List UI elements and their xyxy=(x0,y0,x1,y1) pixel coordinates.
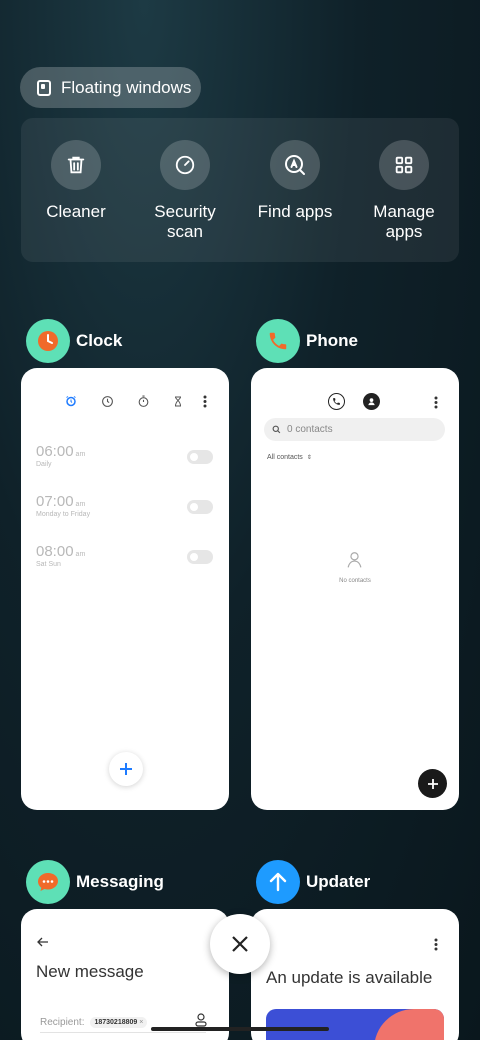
add-contact-button[interactable] xyxy=(418,769,447,798)
more-options-icon[interactable] xyxy=(434,396,438,409)
plus-icon xyxy=(120,763,132,775)
find-apps-button[interactable]: Find apps xyxy=(240,140,350,222)
alarm-toggle[interactable] xyxy=(187,450,213,464)
phone-app-card[interactable]: 0 contacts All contacts ⇕ No contacts xyxy=(251,368,459,810)
calls-tab-icon[interactable] xyxy=(328,393,345,410)
alarm-time: 07:00 xyxy=(36,493,74,510)
alarm-repeat: Daily xyxy=(36,461,52,468)
more-options-icon[interactable] xyxy=(434,938,438,951)
recipient-chip[interactable]: 18730218809 × xyxy=(90,1017,148,1028)
alarm-time: 08:00 xyxy=(36,543,74,560)
dropdown-chevron-icon: ⇕ xyxy=(306,455,312,461)
alarm-repeat: Sat Sun xyxy=(36,561,61,568)
alarm-item[interactable]: 06:00 am Daily xyxy=(36,443,85,468)
alarm-item[interactable]: 08:00 am Sat Sun xyxy=(36,543,85,568)
contacts-search-input[interactable]: 0 contacts xyxy=(264,418,445,441)
contacts-filter-dropdown[interactable]: All contacts ⇕ xyxy=(267,454,312,461)
updater-app-name: Updater xyxy=(306,872,371,891)
clock-app-card[interactable]: 06:00 am Daily 07:00 am Monday to Friday 0… xyxy=(21,368,229,810)
messaging-app-card[interactable]: New message Recipient: 18730218809 × xyxy=(21,909,229,1040)
world-clock-tab-icon[interactable] xyxy=(101,395,114,408)
update-headline: An update is available xyxy=(266,968,433,987)
alarm-item[interactable]: 07:00 am Monday to Friday xyxy=(36,493,90,518)
update-banner-image xyxy=(266,1009,444,1040)
trash-icon xyxy=(51,140,101,190)
manage-apps-button[interactable]: Manage apps xyxy=(349,140,459,242)
messaging-app-name: Messaging xyxy=(76,872,164,891)
new-message-title: New message xyxy=(36,962,144,981)
close-all-button[interactable] xyxy=(210,914,270,974)
clock-app-name: Clock xyxy=(76,331,123,350)
updater-app-header[interactable]: Updater xyxy=(256,860,370,904)
phone-app-header[interactable]: Phone xyxy=(256,319,358,363)
messaging-app-header[interactable]: Messaging xyxy=(26,860,164,904)
alarm-repeat: Monday to Friday xyxy=(36,511,91,518)
timer-tab-icon[interactable] xyxy=(172,395,184,408)
alarm-toggle[interactable] xyxy=(187,500,213,514)
back-arrow-icon[interactable] xyxy=(37,937,49,947)
alarm-ampm: am xyxy=(75,501,86,508)
floating-windows-button[interactable]: Floating windows xyxy=(20,67,201,108)
messaging-app-icon xyxy=(26,860,70,904)
quick-actions-panel: Cleaner Security scan Find apps Manage a… xyxy=(21,118,459,262)
gauge-icon xyxy=(160,140,210,190)
home-indicator[interactable] xyxy=(151,1027,329,1031)
empty-state-text: No contacts xyxy=(339,578,371,584)
cleaner-button[interactable]: Cleaner xyxy=(21,140,131,222)
contact-picker-icon[interactable] xyxy=(195,1013,207,1027)
grid-icon xyxy=(379,140,429,190)
stopwatch-tab-icon[interactable] xyxy=(137,395,150,408)
phone-app-icon xyxy=(256,319,300,363)
alarm-ampm: am xyxy=(75,451,86,458)
alarm-tab-icon[interactable] xyxy=(65,394,77,408)
phone-app-name: Phone xyxy=(306,331,358,350)
security-scan-button[interactable]: Security scan xyxy=(130,140,240,242)
find-apps-label: Find apps xyxy=(257,202,333,221)
search-placeholder: 0 contacts xyxy=(287,424,333,435)
clock-app-header[interactable]: Clock xyxy=(26,319,122,363)
contacts-tab-icon[interactable] xyxy=(363,393,380,410)
plus-icon xyxy=(427,778,438,789)
floating-window-icon xyxy=(37,79,51,96)
floating-windows-label: Floating windows xyxy=(61,77,192,97)
security-scan-label: Security scan xyxy=(154,202,216,241)
remove-chip-icon[interactable]: × xyxy=(139,1019,143,1026)
alarm-toggle[interactable] xyxy=(187,550,213,564)
alarm-time: 06:00 xyxy=(36,443,74,460)
cleaner-label: Cleaner xyxy=(46,202,106,221)
updater-app-icon xyxy=(256,860,300,904)
more-options-icon[interactable] xyxy=(203,395,207,408)
search-icon xyxy=(272,425,281,434)
empty-contact-icon xyxy=(347,552,362,568)
manage-apps-label: Manage apps xyxy=(373,202,435,241)
find-apps-icon xyxy=(270,140,320,190)
recipient-chip-text: 18730218809 xyxy=(94,1019,138,1026)
updater-app-card[interactable]: An update is available xyxy=(251,909,459,1040)
contacts-filter-label: All contacts xyxy=(267,454,303,461)
alarm-ampm: am xyxy=(75,551,86,558)
add-alarm-button[interactable] xyxy=(109,752,143,786)
recipient-label: Recipient: xyxy=(40,1017,85,1028)
clock-app-icon xyxy=(26,319,70,363)
close-icon xyxy=(232,936,248,952)
